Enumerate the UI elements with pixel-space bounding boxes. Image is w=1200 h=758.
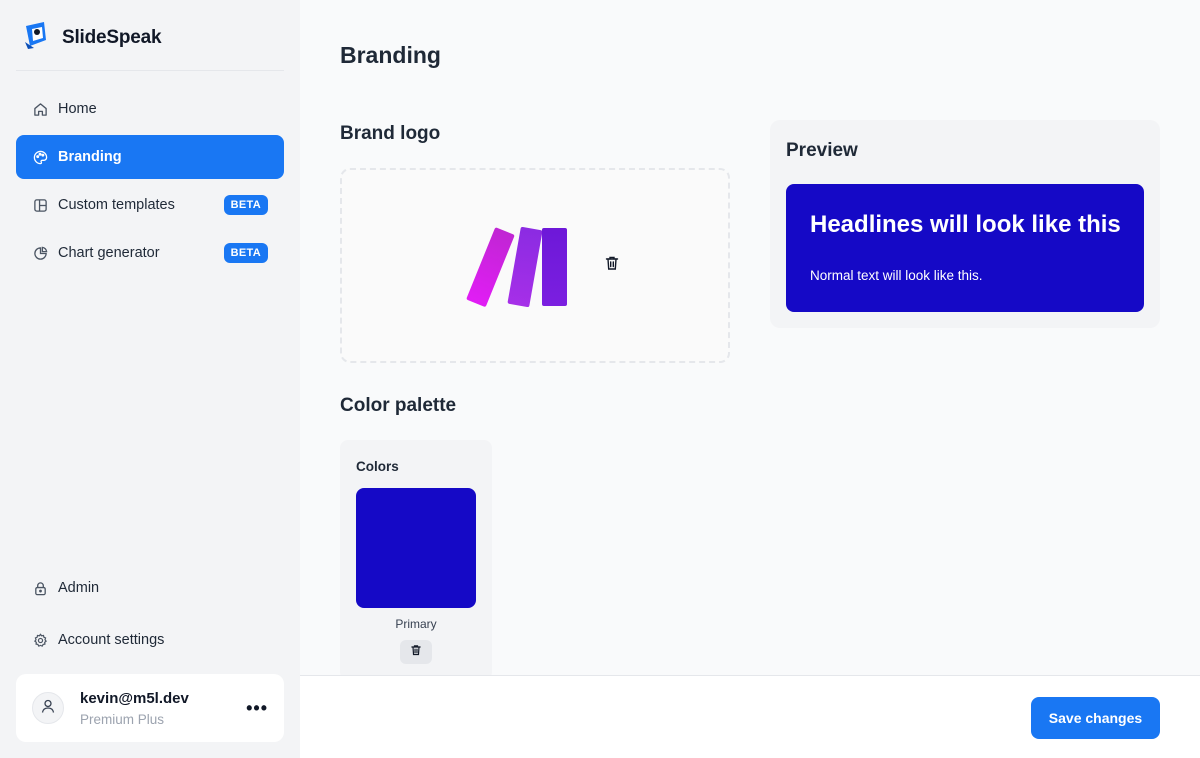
app-name: SlideSpeak [62,26,162,48]
trash-icon [604,256,620,275]
user-plan: Premium Plus [80,711,165,727]
sidebar-item-custom-templates[interactable]: Custom templates BETA [16,183,284,227]
beta-badge: BETA [223,243,268,263]
user-info: kevin@m5l.dev Premium Plus [80,690,246,727]
delete-color-button[interactable] [400,640,432,664]
sidebar: SlideSpeak Home Branding Custom template… [0,0,300,758]
page-title: Branding [340,42,441,68]
preview-card: Preview Headlines will look like this No… [770,120,1160,328]
user-icon [40,698,56,719]
user-card[interactable]: kevin@m5l.dev Premium Plus ••• [16,674,284,742]
brand-logo-title: Brand logo [340,123,441,144]
delete-logo-button[interactable] [604,255,620,276]
pie-chart-icon [32,245,48,261]
sidebar-item-label: Chart generator [58,245,160,261]
color-palette-title: Color palette [340,395,457,416]
brand-logo-image [452,222,582,317]
sidebar-item-label: Branding [58,149,122,165]
colors-card: Colors Primary [340,440,492,680]
preview-text: Normal text will look like this. [810,268,983,283]
sidebar-item-label: Home [58,101,97,117]
more-options-button[interactable]: ••• [246,698,268,719]
sidebar-item-label: Admin [58,580,100,596]
sidebar-item-label: Custom templates [58,197,175,213]
user-email: kevin@m5l.dev [80,689,189,707]
sidebar-item-home[interactable]: Home [16,87,284,131]
logo-dropzone[interactable] [340,168,730,363]
beta-badge: BETA [223,195,268,215]
slidespeak-logo-icon [22,20,52,55]
sidebar-item-account-settings[interactable]: Account settings [16,618,284,662]
save-changes-button[interactable]: Save changes [1031,697,1160,739]
sidebar-item-branding[interactable]: Branding [16,135,284,179]
sidebar-item-label: Account settings [58,632,165,648]
swatch-name: Primary [395,617,437,631]
avatar [32,692,64,724]
sidebar-bottom-nav-2: Account settings [16,618,284,662]
home-icon [32,101,48,117]
sidebar-item-chart-generator[interactable]: Chart generator BETA [16,231,284,275]
preview-box: Headlines will look like this Normal tex… [786,184,1144,312]
colors-label: Colors [356,459,399,474]
brand[interactable]: SlideSpeak [22,20,162,55]
divider [16,70,284,71]
sidebar-bottom-nav: Admin [16,566,284,610]
template-icon [32,197,48,213]
palette-icon [32,149,48,165]
color-swatch-primary[interactable] [356,488,476,608]
gear-icon [32,632,48,648]
sidebar-item-admin[interactable]: Admin [16,566,284,610]
main-content: Branding Brand logo Preview Headlines wi… [300,0,1200,758]
footer-bar: Save changes [300,675,1200,758]
lock-icon [32,580,48,596]
preview-headline: Headlines will look like this [810,211,1121,238]
preview-title: Preview [786,140,858,161]
trash-icon [410,643,422,661]
sidebar-nav: Home Branding Custom templates BETA Char… [16,87,284,279]
